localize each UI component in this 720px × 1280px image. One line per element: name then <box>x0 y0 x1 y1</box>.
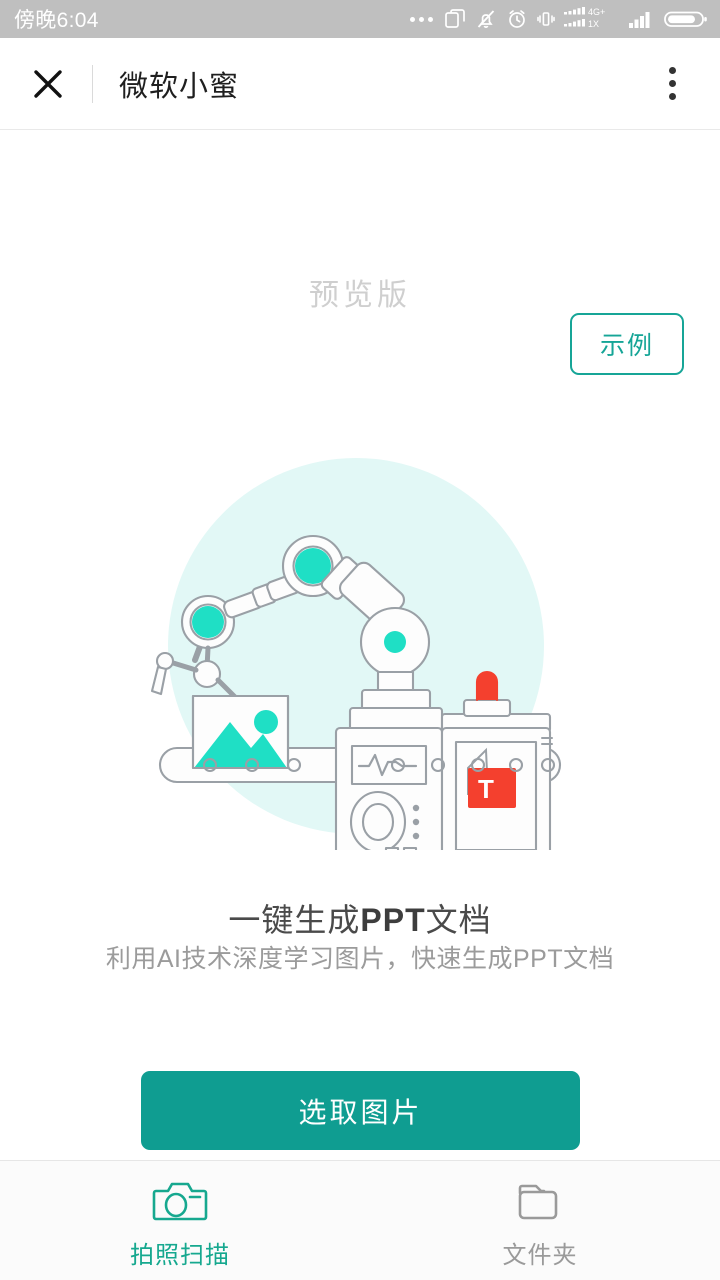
alarm-clock-icon <box>509 10 525 28</box>
ai-ppt-factory-illustration: T <box>150 458 562 850</box>
preview-watermark: 预览版 <box>309 278 411 313</box>
tab-photo-scan-label: 拍照扫描 <box>130 1242 230 1269</box>
page-title: 微软小蜜 <box>119 70 240 103</box>
battery-icon <box>664 11 707 27</box>
feature-title-suffix: 文档 <box>425 902 492 938</box>
tab-folder[interactable]: 文件夹 <box>360 1161 720 1280</box>
select-image-button[interactable]: 选取图片 <box>141 1071 580 1150</box>
status-bar-time: 傍晚6:04 <box>14 9 99 32</box>
folder-icon <box>518 1184 558 1220</box>
status-bar-icons: 4G+ 1X <box>410 6 708 32</box>
tab-photo-scan[interactable]: 拍照扫描 <box>0 1161 360 1280</box>
multi-window-icon <box>445 9 465 28</box>
overflow-menu-icon[interactable] <box>650 62 694 106</box>
close-icon[interactable] <box>28 64 68 104</box>
vibrate-icon <box>537 12 555 26</box>
illustration-container: T <box>0 450 720 850</box>
sample-button[interactable]: 示例 <box>570 313 684 375</box>
svg-text:T: T <box>478 774 494 804</box>
signal-bars-icon <box>629 12 650 28</box>
feature-title-bold: PPT <box>360 902 426 938</box>
svg-text:1X: 1X <box>588 19 599 29</box>
bottom-tab-bar: 拍照扫描 文件夹 <box>0 1160 720 1280</box>
header-divider <box>92 64 93 103</box>
main-content: 预览版 示例 T 一键生成PPT文档 利用AI技术深度学习图片，快速生成PPT文… <box>0 130 720 1280</box>
feature-title-prefix: 一键生成 <box>228 902 361 938</box>
tab-folder-label: 文件夹 <box>502 1242 578 1269</box>
feature-title: 一键生成PPT文档 <box>0 895 720 941</box>
status-bar: 傍晚6:04 4G+ 1X <box>0 0 720 38</box>
dual-sim-signal-icon: 4G+ 1X <box>564 7 605 29</box>
app-header: 微软小蜜 <box>0 38 720 130</box>
feature-subtitle: 利用AI技术深度学习图片，快速生成PPT文档 <box>105 945 615 973</box>
mute-bell-icon <box>477 10 495 28</box>
camera-icon <box>152 1182 208 1221</box>
more-dots-icon <box>410 16 433 22</box>
svg-text:4G+: 4G+ <box>588 7 605 17</box>
app-root: 傍晚6:04 4G+ 1X 微软小蜜 预览版 示例 T 一键生成PPT文档 利用… <box>0 0 720 1280</box>
